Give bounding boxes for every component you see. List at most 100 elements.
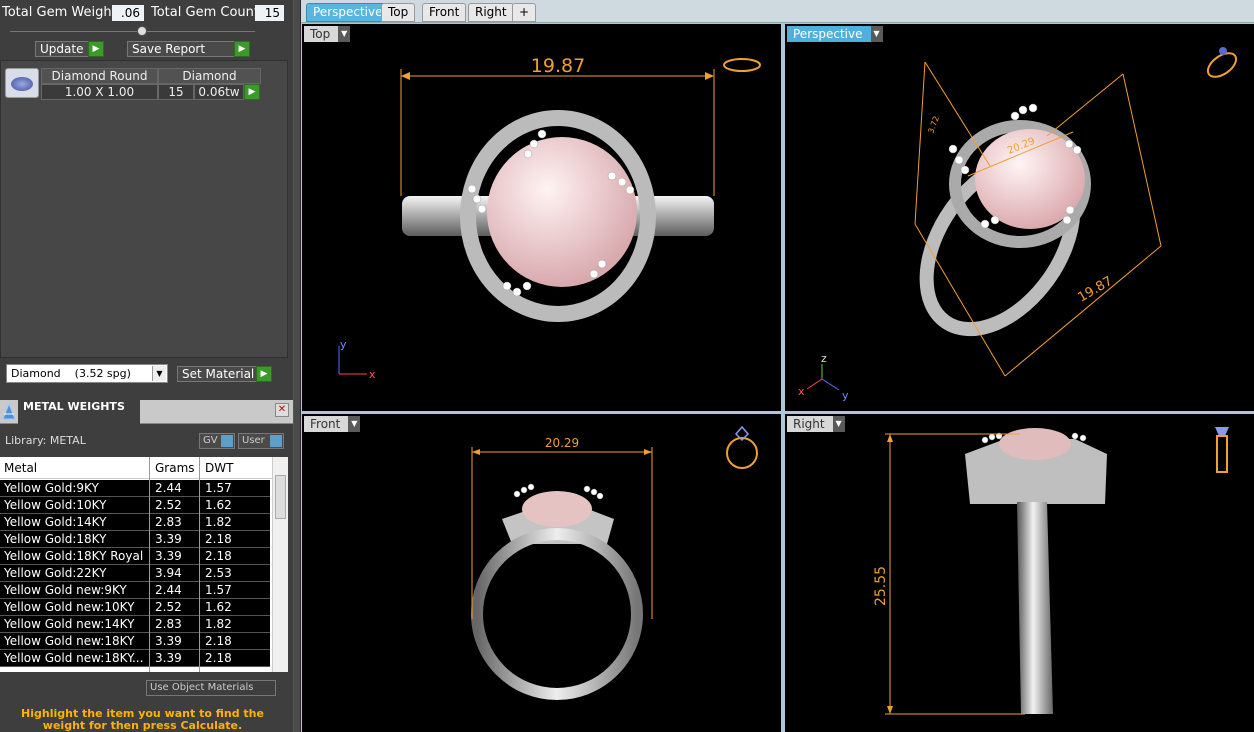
chevron-down-icon: ▼ [832,416,845,432]
play-icon: ▶ [244,84,260,100]
grams-cell: 2.83 [155,617,182,631]
axis-y-label: y [842,389,849,402]
user-label: User [242,435,265,446]
play-icon: ▶ [256,366,272,382]
dwt-cell: 1.57 [205,481,232,495]
perspective-view-render: 19.87 20.29 3.72 z x y [798,47,1238,402]
metal-name-cell: Yellow Gold new:10KY [4,600,135,614]
gem-type-header: Diamond [158,68,261,84]
perspective-ring-icon [1206,47,1238,78]
viewport-label-right[interactable]: Right ▼ [787,416,845,432]
material-select[interactable]: Diamond (3.52 spg) ▼ [6,364,168,383]
axis-x-label: x [369,368,376,381]
gem-shape-header: Diamond Round [41,68,158,84]
table-row[interactable]: Yellow Gold new:18KY 3.39 2.18 [0,633,270,650]
calculate-hint: Highlight the item you want to find the … [21,707,264,732]
panel-splitter[interactable] [293,0,301,732]
viewport-label-front-text: Front [310,417,341,431]
set-material-label: Set Material [182,367,255,381]
right-dimension: 25.55 [873,566,889,606]
viewport-label-front[interactable]: Front ▼ [304,416,361,432]
metal-name-cell: Yellow Gold:18KY Royal [4,549,144,563]
dwt-cell: 1.82 [205,515,232,529]
table-row[interactable]: Yellow Gold:14KY 2.83 1.82 [0,514,270,531]
table-row[interactable]: Yellow Gold new:10KY 2.52 1.62 [0,599,270,616]
viewport-label-top[interactable]: Top ▼ [304,26,351,42]
dwt-cell: 2.18 [205,634,232,648]
grams-cell: 3.39 [155,651,182,665]
right-view-render: 25.55 [873,427,1229,715]
dwt-cell: 2.53 [205,566,232,580]
chevron-down-icon: ▼ [338,26,351,42]
close-icon[interactable]: ✕ [275,403,289,417]
metal-name-cell: Yellow Gold:22KY [4,566,107,580]
table-scrollbar[interactable] [272,457,288,672]
viewport-grid: 19.87 y x Top ▼ 19.87 20.29 3.72 z x y P… [301,23,1254,732]
viewport-right[interactable]: 25.55 Right ▼ [785,414,1254,732]
user-toggle[interactable]: User [238,433,284,449]
perspective-dimension-c: 3.72 [926,115,941,135]
use-object-materials-label: Use Object Materials [150,682,254,693]
add-tab-button[interactable]: + [512,3,537,22]
metal-weights-table: Metal Grams DWT Yellow Gold:9KY 2.44 1.57 Y… [0,457,288,672]
use-object-materials-toggle[interactable]: Use Object Materials [146,680,276,696]
grams-cell: 2.52 [155,498,182,512]
tab-front[interactable]: Front [422,3,467,22]
viewport-perspective[interactable]: 19.87 20.29 3.72 z x y Perspective ▼ [785,24,1254,411]
gem-weight: 0.06tw [194,84,244,100]
save-report-button[interactable]: Save Report ▶ [127,41,250,57]
gv-toggle[interactable]: GV [199,433,235,449]
save-report-label: Save Report [132,42,206,56]
viewport-label-perspective[interactable]: Perspective ▼ [787,26,883,42]
dwt-cell: 1.62 [205,600,232,614]
column-header-grams[interactable]: Grams [155,461,195,475]
table-row[interactable]: Yellow Gold new:9KY 2.44 1.57 [0,582,270,599]
toggle-icon [270,435,282,447]
table-row[interactable]: Yellow Gold:18KY 3.39 2.18 [0,531,270,548]
metal-name-cell: Yellow Gold:9KY [4,481,99,495]
front-view-render: 20.29 [471,425,758,700]
metal-weights-tab[interactable]: METAL WEIGHTS [18,400,140,424]
update-button[interactable]: Update ▶ [35,41,104,57]
metal-weights-icon [2,402,16,420]
dwt-cell: 2.18 [205,532,232,546]
scrollbar-thumb[interactable] [275,475,286,519]
tab-top[interactable]: Top [381,3,416,22]
weight-slider-knob[interactable] [137,26,147,36]
table-row[interactable]: Yellow Gold new:14KY 2.83 1.82 [0,616,270,633]
axis-x-label: x [798,385,805,398]
chevron-down-icon: ▼ [870,26,883,42]
gem-list-panel: Diamond Round Diamond 1.00 X 1.00 15 0.0… [0,60,288,358]
gv-label: GV [203,435,218,446]
grams-cell: 3.39 [155,532,182,546]
column-header-metal[interactable]: Metal [4,461,37,475]
metal-name-cell: Yellow Gold:10KY [4,498,107,512]
table-row[interactable]: Yellow Gold:10KY 2.52 1.62 [0,497,270,514]
column-header-dwt[interactable]: DWT [205,461,233,475]
viewport-label-top-text: Top [310,27,331,41]
tab-right[interactable]: Right [468,3,514,22]
grams-cell: 3.39 [155,634,182,648]
set-material-button[interactable]: Set Material ▶ [177,366,272,382]
total-gem-count-value: 15 [255,5,284,21]
total-gem-weight: Total Gem Weight .06 [2,4,147,22]
metal-weights-title: METAL WEIGHTS [23,400,125,413]
tab-perspective[interactable]: Perspective [306,3,390,22]
table-row[interactable]: Yellow Gold:9KY 2.44 1.57 [0,480,270,497]
table-row[interactable]: Yellow Gold new:18KY... 3.39 2.18 [0,650,270,667]
table-row[interactable]: Yellow Gold:22KY 3.94 2.53 [0,565,270,582]
viewport-front[interactable]: 20.29 Front ▼ [302,414,781,732]
dwt-cell: 1.62 [205,498,232,512]
top-view-ring-icon [723,58,761,72]
table-row[interactable]: Yellow Gold:18KY Royal 3.39 2.18 [0,548,270,565]
metal-name-cell: Yellow Gold new:9KY [4,583,127,597]
viewport-label-right-text: Right [793,417,825,431]
chevron-down-icon: ▼ [152,366,166,381]
gem-go-button[interactable]: ▶ [244,84,260,100]
chevron-down-icon: ▼ [348,416,361,432]
front-dimension: 20.29 [545,436,579,450]
viewport-top[interactable]: 19.87 y x Top ▼ [302,24,781,411]
top-dimension: 19.87 [531,55,585,77]
dwt-cell: 1.82 [205,617,232,631]
diamond-thumbnail-icon[interactable] [5,68,39,98]
